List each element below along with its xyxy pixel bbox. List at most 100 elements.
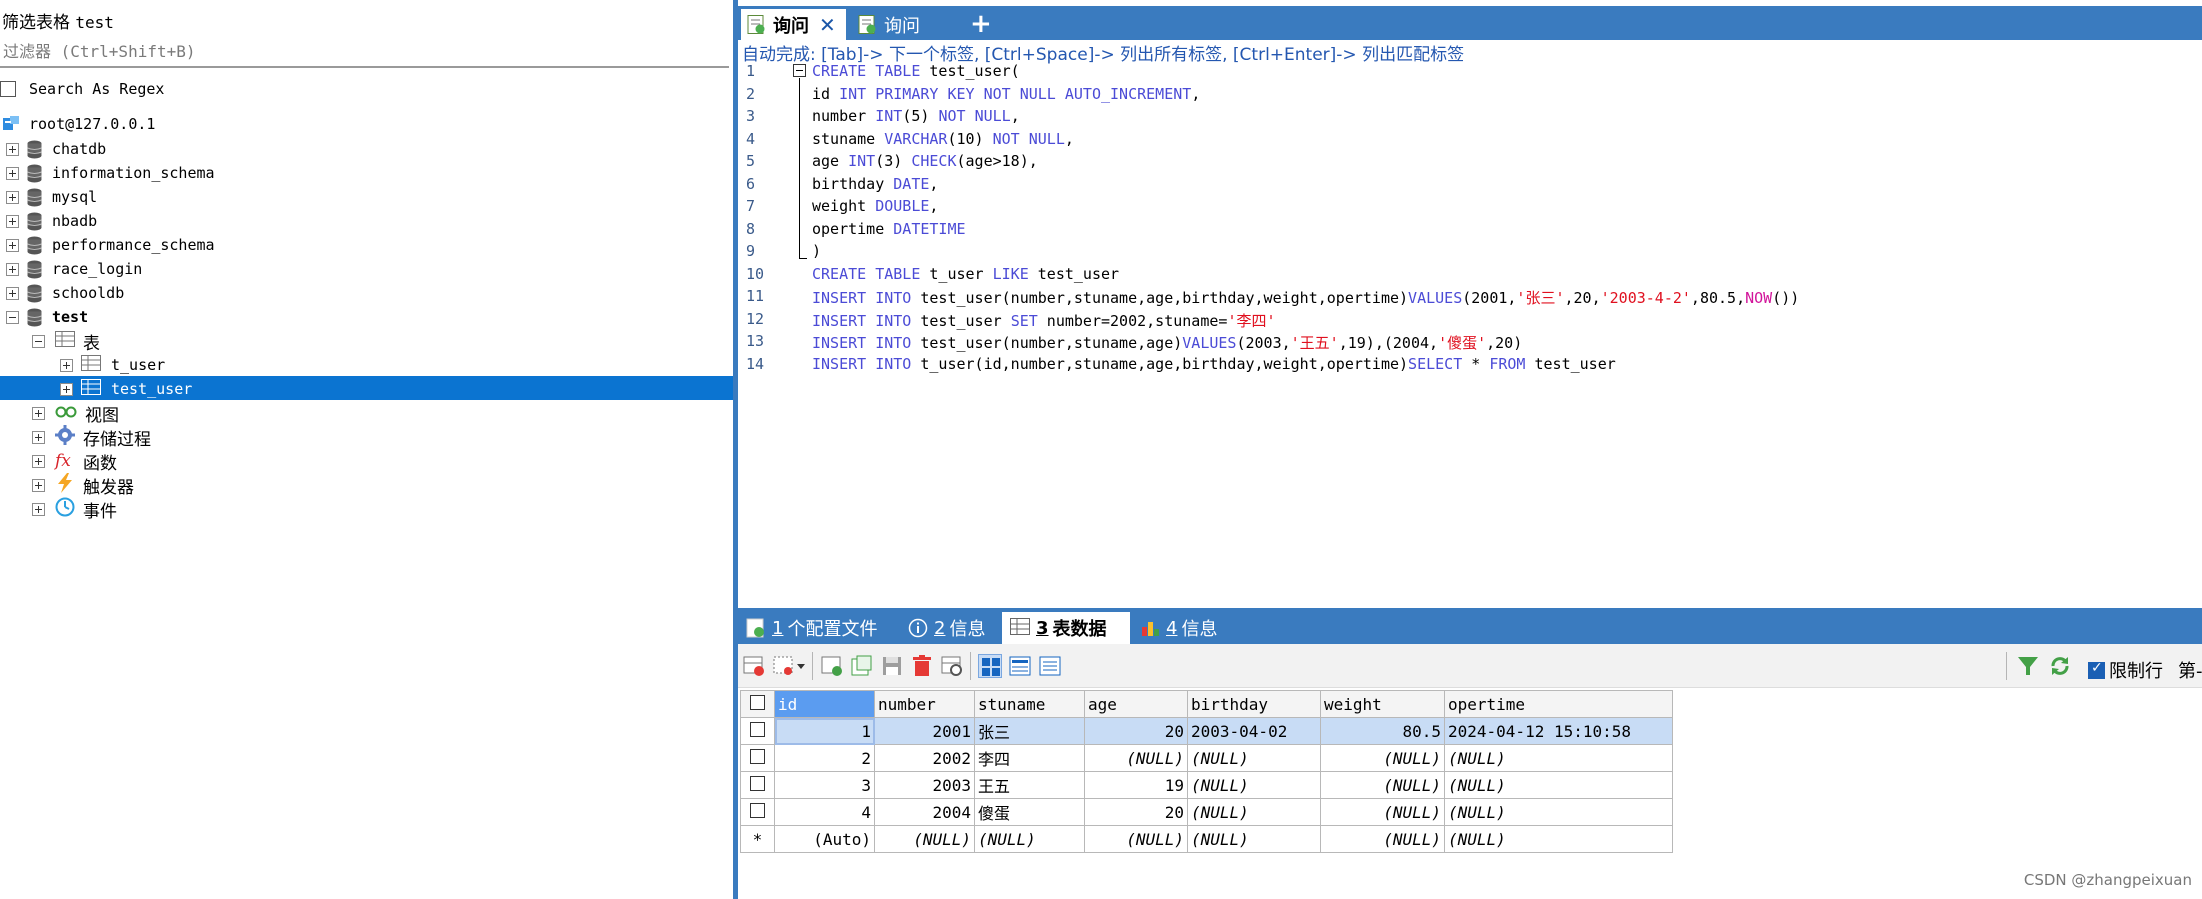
cell-weight[interactable]: (NULL) — [1320, 825, 1445, 853]
expand-icon[interactable] — [32, 478, 45, 492]
select-all-checkbox[interactable] — [750, 694, 765, 710]
tree-db-information-schema[interactable]: information_schema — [6, 161, 215, 185]
cell-age[interactable]: 20 — [1084, 798, 1188, 826]
row-checkbox[interactable] — [750, 748, 765, 764]
expand-icon[interactable] — [32, 454, 45, 468]
expand-icon[interactable] — [6, 142, 19, 156]
tree-folder-events[interactable]: 事件 — [32, 497, 117, 522]
expand-icon[interactable] — [6, 190, 19, 204]
sql-editor[interactable]: 1 2 3 4 5 6 7 8 9 10 11 12 13 14 CREATE … — [738, 62, 2202, 608]
reset-view-icon[interactable] — [940, 654, 964, 678]
row-select-cell[interactable] — [740, 798, 775, 826]
cell-number[interactable]: 2004 — [874, 798, 975, 826]
column-header[interactable]: stuname — [974, 690, 1085, 718]
select-all-cell[interactable] — [740, 690, 775, 718]
search-regex-checkbox[interactable] — [0, 81, 16, 97]
cell-number[interactable]: 2002 — [874, 744, 975, 772]
tree-folder-procedures[interactable]: 存储过程 — [32, 424, 151, 450]
collapse-icon[interactable] — [32, 334, 45, 348]
column-header[interactable]: weight — [1320, 690, 1445, 718]
tree-db-race-login[interactable]: race_login — [6, 257, 142, 281]
cell-birthday[interactable]: (NULL) — [1187, 744, 1321, 772]
cell-birthday[interactable]: 2003-04-02 — [1187, 717, 1321, 745]
cell-stuname[interactable]: 傻蛋 — [974, 798, 1085, 826]
cell-opertime[interactable]: (NULL) — [1444, 825, 1673, 853]
new-row[interactable]: * (Auto) (NULL) (NULL) (NULL) (NULL) (NU… — [740, 825, 1673, 853]
cell-id[interactable]: (Auto) — [774, 825, 875, 853]
expand-icon[interactable] — [32, 502, 45, 516]
tree-folder-functions[interactable]: fx 函数 — [32, 449, 117, 474]
cell-opertime[interactable]: (NULL) — [1444, 744, 1673, 772]
limit-checkbox[interactable] — [2088, 660, 2105, 679]
expand-icon[interactable] — [60, 358, 73, 372]
cell-age[interactable]: 20 — [1084, 717, 1188, 745]
filter-input[interactable] — [0, 37, 729, 68]
tab-query[interactable]: 询问 — [854, 9, 934, 40]
tree-connection[interactable]: root@127.0.0.1 — [2, 112, 155, 136]
fold-toggle-icon[interactable] — [793, 64, 806, 77]
cell-stuname[interactable]: (NULL) — [974, 825, 1085, 853]
duplicate-row-icon[interactable] — [850, 654, 874, 678]
row-select-cell[interactable] — [740, 717, 775, 745]
tab-info-2[interactable]: 2 信息 — [908, 612, 985, 644]
cell-birthday[interactable]: (NULL) — [1187, 771, 1321, 799]
form-view-icon[interactable] — [1008, 654, 1032, 678]
tree-folder-triggers[interactable]: 触发器 — [32, 472, 134, 498]
expand-icon[interactable] — [60, 382, 73, 396]
grid-view-icon[interactable] — [978, 654, 1002, 678]
column-header[interactable]: age — [1084, 690, 1188, 718]
tree-folder-tables[interactable]: 表 — [32, 329, 100, 354]
cell-birthday[interactable]: (NULL) — [1187, 825, 1321, 853]
cell-number[interactable]: 2003 — [874, 771, 975, 799]
expand-icon[interactable] — [32, 430, 45, 444]
search-regex-row[interactable]: Search As Regex — [0, 80, 164, 98]
cell-weight[interactable]: (NULL) — [1320, 771, 1445, 799]
cell-stuname[interactable]: 李四 — [974, 744, 1085, 772]
cell-age[interactable]: 19 — [1084, 771, 1188, 799]
expand-icon[interactable] — [6, 262, 19, 276]
expand-icon[interactable] — [32, 406, 45, 420]
cell-id[interactable]: 2 — [774, 744, 875, 772]
expand-icon[interactable] — [6, 286, 19, 300]
cell-id[interactable]: 1 — [774, 717, 875, 745]
cell-stuname[interactable]: 王五 — [974, 771, 1085, 799]
cell-opertime[interactable]: (NULL) — [1444, 771, 1673, 799]
row-select-cell[interactable] — [740, 771, 775, 799]
collapse-icon[interactable] — [6, 310, 19, 324]
table-row[interactable]: 3 2003 王五 19 (NULL) (NULL) (NULL) — [740, 771, 1673, 799]
tree-table-test-user[interactable]: test_user — [60, 377, 192, 401]
cell-weight[interactable]: 80.5 — [1320, 717, 1445, 745]
tree-db-test[interactable]: test — [6, 305, 88, 329]
cell-birthday[interactable]: (NULL) — [1187, 798, 1321, 826]
row-checkbox[interactable] — [750, 802, 765, 818]
cell-opertime[interactable]: 2024-04-12 15:10:58 — [1444, 717, 1673, 745]
row-checkbox[interactable] — [750, 721, 765, 737]
table-row[interactable]: 2 2002 李四 (NULL) (NULL) (NULL) (NULL) — [740, 744, 1673, 772]
add-tab-button[interactable]: + — [970, 10, 992, 38]
save-icon[interactable] — [880, 654, 904, 678]
row-checkbox[interactable] — [750, 775, 765, 791]
tab-profiles[interactable]: 1 个配置文件 — [746, 612, 877, 644]
cell-weight[interactable]: (NULL) — [1320, 798, 1445, 826]
cell-opertime[interactable]: (NULL) — [1444, 798, 1673, 826]
cell-id[interactable]: 4 — [774, 798, 875, 826]
tree-db-mysql[interactable]: mysql — [6, 185, 97, 209]
column-header[interactable]: opertime — [1444, 690, 1673, 718]
delete-icon[interactable] — [910, 654, 934, 678]
tree-db-performance-schema[interactable]: performance_schema — [6, 233, 215, 257]
table-row[interactable]: 1 2001 张三 20 2003-04-02 80.5 2024-04-12 … — [740, 717, 1673, 745]
cell-number[interactable]: 2001 — [874, 717, 975, 745]
close-icon[interactable]: ✕ — [819, 13, 836, 37]
cell-age[interactable]: (NULL) — [1084, 825, 1188, 853]
tree-db-chatdb[interactable]: chatdb — [6, 137, 106, 161]
tree-db-schooldb[interactable]: schooldb — [6, 281, 124, 305]
tree-table-t-user[interactable]: t_user — [60, 353, 165, 377]
row-menu-icon[interactable] — [772, 654, 806, 678]
tree-folder-views[interactable]: 视图 — [32, 401, 119, 426]
column-header[interactable]: id — [774, 690, 875, 718]
expand-icon[interactable] — [6, 214, 19, 228]
tab-table-data[interactable]: 3 表数据 — [1002, 612, 1130, 644]
row-select-cell[interactable] — [740, 744, 775, 772]
table-row[interactable]: 4 2004 傻蛋 20 (NULL) (NULL) (NULL) — [740, 798, 1673, 826]
cell-id[interactable]: 3 — [774, 771, 875, 799]
